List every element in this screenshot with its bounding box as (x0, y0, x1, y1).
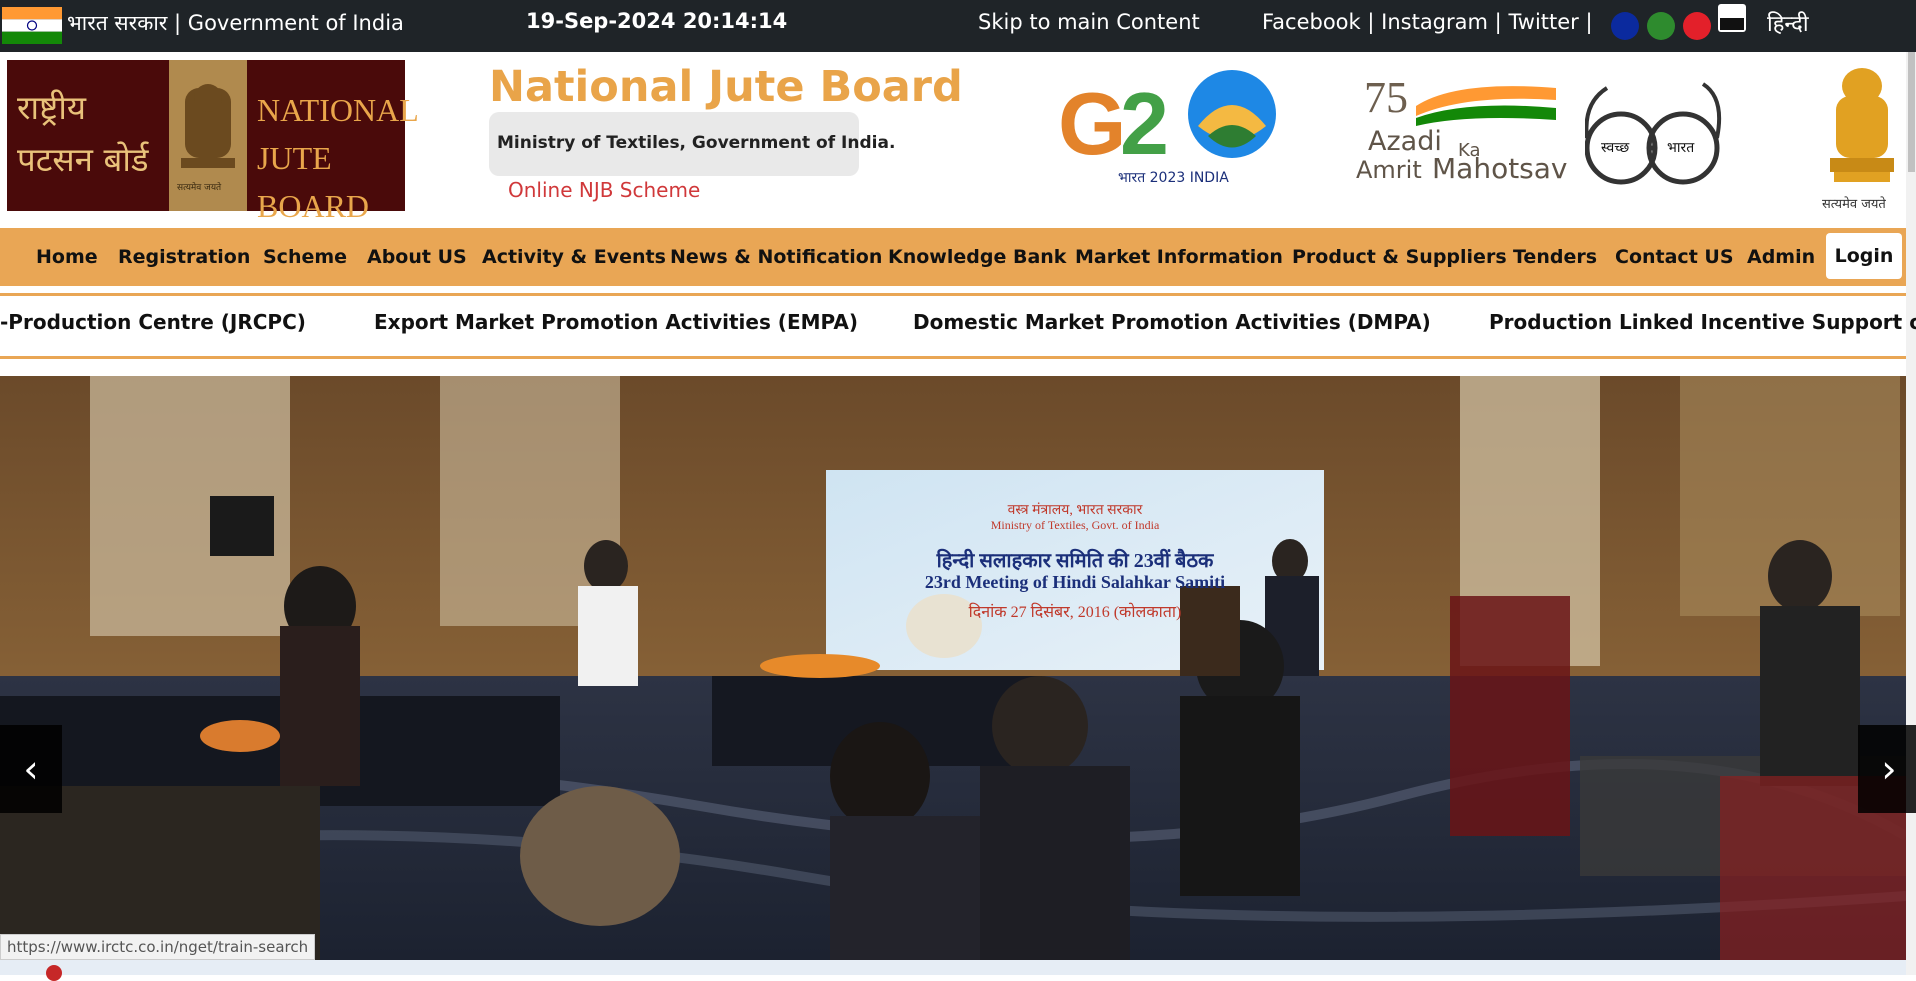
g20-logo[interactable]: G 2 भारत 2023 INDIA (1058, 64, 1290, 194)
page-title: National Jute Board (489, 62, 963, 112)
ashoka-emblem-icon: सत्यमेव जयते (169, 60, 247, 211)
theme-green-button[interactable] (1647, 12, 1675, 40)
nav-knowledge-bank[interactable]: Knowledge Bank (888, 228, 1066, 286)
main-navigation: Home Registration Scheme About US Activi… (0, 228, 1906, 286)
bottom-strip (0, 960, 1906, 975)
red-dot-icon (46, 965, 62, 981)
scrollbar-track[interactable] (1906, 52, 1916, 975)
ticker-item[interactable]: Export Market Promotion Activities (EMPA… (374, 310, 858, 334)
banner-english-line: Ministry of Textiles, Govt. of India (990, 518, 1160, 532)
nav-home[interactable]: Home (36, 228, 98, 286)
nav-market-information[interactable]: Market Information (1075, 228, 1283, 286)
nav-scheme[interactable]: Scheme (263, 228, 347, 286)
ministry-label: Ministry of Textiles, Government of Indi… (497, 133, 896, 153)
logo-motto: सत्यमेव जयते (177, 183, 222, 193)
hindi-language-link[interactable]: हिन्दी (1767, 8, 1809, 38)
status-bar-url: https://www.irctc.co.in/nget/train-searc… (0, 934, 316, 960)
swachh-bharat-logo[interactable]: स्वच्छ भारत (1584, 78, 1729, 198)
banner-english-title: 23rd Meeting of Hindi Salahkar Samiti (924, 572, 1226, 592)
logo-english-text: NATIONAL JUTE BOARD (257, 92, 419, 224)
ticker-item[interactable]: -Production Centre (JRCPC) (0, 310, 306, 334)
theme-blue-button[interactable] (1611, 12, 1639, 40)
top-bar: भारत सरकार | Government of India 19-Sep-… (0, 0, 1916, 52)
g20-subtext: भारत 2023 INDIA (1118, 170, 1229, 186)
nav-about-us[interactable]: About US (367, 228, 467, 286)
social-links: Facebook | Instagram | Twitter | (1262, 10, 1593, 34)
banner-hindi-title: हिन्दी सलाहकार समिति की 23वीं बैठक (936, 550, 1214, 572)
scheme-ticker: -Production Centre (JRCPC) Export Market… (0, 293, 1916, 359)
nav-registration[interactable]: Registration (118, 228, 250, 286)
banner-date: दिनांक 27 दिसंबर, 2016 (कोलकाता) (968, 604, 1182, 621)
twitter-link[interactable]: Twitter (1508, 10, 1578, 34)
slider-prev-button[interactable]: ‹ (0, 725, 62, 813)
svg-text:2: 2 (1120, 74, 1169, 173)
date-time: 19-Sep-2024 20:14:14 (526, 9, 788, 33)
svg-text:G: G (1058, 74, 1126, 173)
image-slider[interactable]: वस्त्र मंत्रालय, भारत सरकार Ministry of … (0, 376, 1906, 960)
ticker-item[interactable]: Domestic Market Promotion Activities (DM… (913, 310, 1431, 334)
facebook-link[interactable]: Facebook (1262, 10, 1361, 34)
nav-news-notification[interactable]: News & Notification (670, 228, 882, 286)
national-emblem-icon: सत्यमेव जयते (1818, 62, 1906, 212)
separator: | (1585, 10, 1593, 34)
contrast-icon[interactable] (1718, 4, 1746, 32)
banner-hindi-line: वस्त्र मंत्रालय, भारत सरकार (1007, 503, 1143, 518)
scrollbar-thumb[interactable] (1908, 52, 1915, 172)
ticker-item[interactable]: Production Linked Incentive Support on (1489, 310, 1916, 334)
instagram-link[interactable]: Instagram (1381, 10, 1488, 34)
login-button[interactable]: Login (1826, 233, 1902, 279)
skip-to-content-link[interactable]: Skip to main Content (978, 10, 1200, 34)
nav-admin[interactable]: Admin (1747, 228, 1815, 286)
separator: | (1367, 10, 1382, 34)
theme-red-button[interactable] (1683, 12, 1711, 40)
event-photo (0, 376, 1906, 960)
separator: | (1494, 10, 1509, 34)
njb-logo[interactable]: राष्ट्रीय पटसन बोर्ड सत्यमेव जयते NATION… (7, 60, 419, 224)
online-scheme-link[interactable]: Online NJB Scheme (508, 178, 700, 202)
azadi-ka-amrit-mahotsav-logo[interactable]: 75 Azadi Ka Amrit Mahotsav (1354, 72, 1568, 192)
government-label: भारत सरकार | Government of India (67, 11, 404, 35)
nav-contact-us[interactable]: Contact US (1615, 228, 1734, 286)
nav-product-suppliers[interactable]: Product & Suppliers (1292, 228, 1507, 286)
slider-next-button[interactable]: › (1858, 725, 1916, 813)
nav-tenders[interactable]: Tenders (1513, 228, 1597, 286)
india-flag-icon (2, 7, 62, 44)
logo-hindi-text: राष्ट्रीय पटसन बोर्ड (17, 88, 149, 179)
nav-activity-events[interactable]: Activity & Events (482, 228, 666, 286)
